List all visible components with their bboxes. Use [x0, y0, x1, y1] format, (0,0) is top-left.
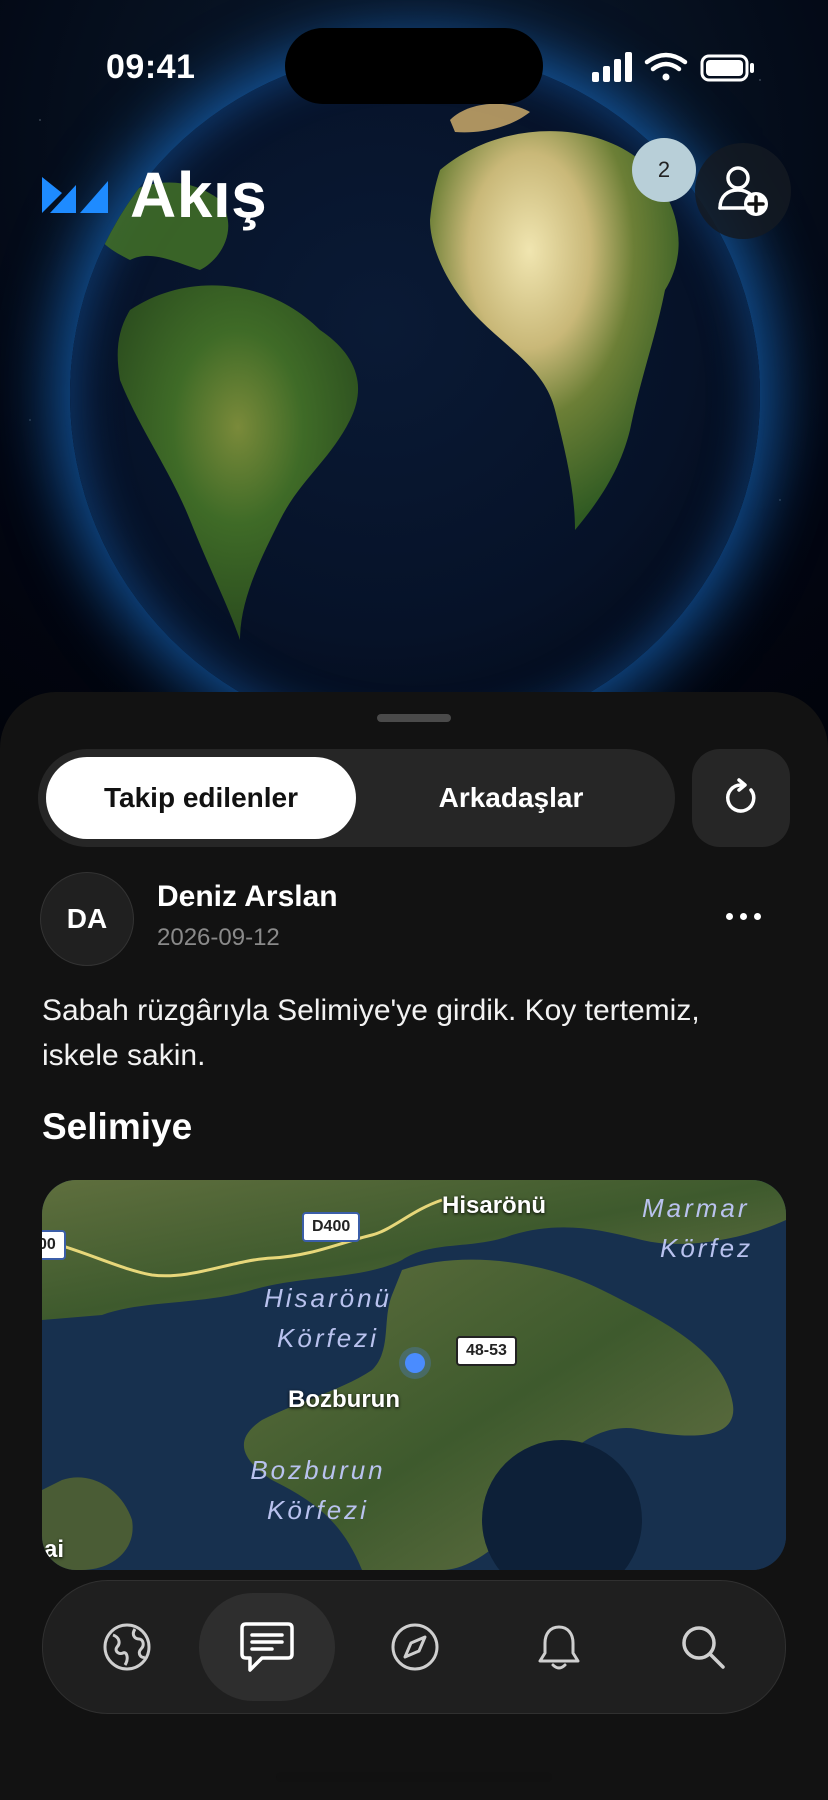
water-label-line: Körfez: [660, 1233, 754, 1263]
water-label-line: Körfezi: [277, 1323, 379, 1353]
map-water-bozburun-korfezi: Bozburun Körfezi: [228, 1450, 408, 1530]
dynamic-island: [285, 28, 543, 104]
map-label-bozburun: Bozburun: [288, 1386, 400, 1413]
post-author[interactable]: Deniz Arslan: [157, 880, 338, 914]
add-friend-button[interactable]: [695, 143, 791, 239]
map-label-hisaronu: Hisarönü: [442, 1192, 547, 1219]
map-water-hisaronu-korfezi: Hisarönü Körfezi: [248, 1278, 408, 1358]
tab-friends[interactable]: Arkadaşlar: [356, 757, 666, 839]
tab-following[interactable]: Takip edilenler: [46, 757, 356, 839]
more-options-button[interactable]: [714, 904, 772, 928]
water-label-line: Bozburun: [250, 1455, 386, 1485]
message-icon: [240, 1622, 294, 1672]
refresh-icon: [726, 778, 756, 813]
page-title: Akış: [130, 159, 268, 231]
more-dot-icon: [753, 912, 761, 920]
refresh-button[interactable]: [692, 749, 790, 847]
location-pin[interactable]: [405, 1353, 425, 1373]
wifi-icon: [644, 52, 688, 81]
status-time: 09:41: [106, 48, 196, 86]
bell-icon: [538, 1625, 580, 1670]
status-icons: [592, 50, 757, 86]
map-label-edge: ai: [44, 1536, 65, 1563]
status-bar: 09:41: [0, 0, 828, 130]
home-indicator: [276, 1772, 552, 1782]
post-date: 2026-09-12: [157, 924, 280, 951]
globe-icon: [103, 1623, 151, 1671]
post-place: Selimiye: [42, 1106, 193, 1147]
post-text: Sabah rüzgârıyla Selimiye'ye girdik. Koy…: [42, 994, 700, 1072]
avatar[interactable]: DA: [40, 872, 134, 966]
more-dot-icon: [739, 912, 747, 920]
road-badge: 00: [42, 1230, 66, 1260]
water-label-line: Körfezi: [267, 1495, 369, 1525]
battery-icon: [700, 54, 754, 82]
tab-notifications[interactable]: [505, 1593, 613, 1701]
app-header: Akış: [42, 159, 268, 231]
compass-icon: [391, 1623, 439, 1671]
tab-search[interactable]: [649, 1593, 757, 1701]
road-badge-d400: D400: [302, 1212, 361, 1242]
bottom-tab-bar: [42, 1580, 786, 1714]
map-water-marmaris-korfezi: Marmar Körfez: [642, 1188, 786, 1268]
search-icon: [682, 1626, 725, 1669]
signal-icon: [592, 52, 632, 82]
notification-count-badge[interactable]: 2: [632, 138, 696, 202]
water-label-line: Hisarönü: [263, 1283, 393, 1313]
road-badge-48-53: 48-53: [456, 1336, 517, 1366]
feed-segmented-control: Takip edilenler Arkadaşlar: [38, 749, 675, 847]
add-user-icon: [718, 166, 768, 216]
logo-icon: [42, 177, 108, 213]
water-label-line: Marmar: [642, 1193, 750, 1223]
post-map[interactable]: 00 D400 48-53 Hisarönü Bozburun ai Hisar…: [42, 1180, 786, 1570]
tab-messages[interactable]: [199, 1593, 335, 1701]
tab-globe[interactable]: [73, 1593, 181, 1701]
more-dot-icon: [725, 912, 733, 920]
sheet-handle[interactable]: [377, 714, 451, 722]
tab-explore[interactable]: [361, 1593, 469, 1701]
